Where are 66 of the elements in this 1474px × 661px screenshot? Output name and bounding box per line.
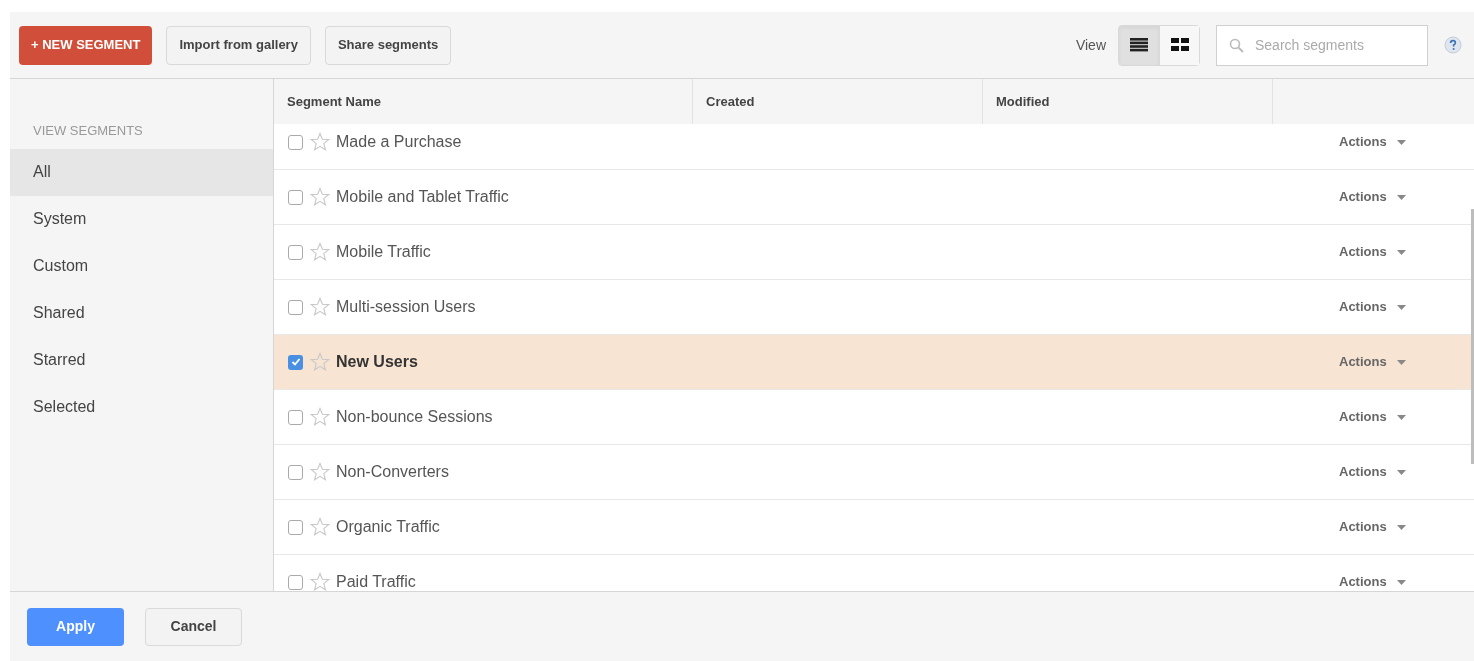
actions-dropdown[interactable]: Actions — [1339, 517, 1406, 537]
star-icon[interactable] — [310, 132, 330, 152]
star-icon[interactable] — [310, 462, 330, 482]
caret-icon — [1396, 414, 1406, 420]
star-icon[interactable] — [310, 187, 330, 207]
sidebar-item[interactable]: Shared — [10, 289, 273, 337]
segment-name: Mobile and Tablet Traffic — [336, 187, 510, 207]
view-toggle[interactable] — [1119, 25, 1159, 65]
row-checkbox[interactable] — [288, 134, 303, 150]
caret-icon — [1396, 194, 1406, 200]
segment-name: New Users — [336, 352, 419, 372]
segment-row[interactable]: New Users Actions — [274, 335, 1474, 390]
row-checkbox[interactable] — [288, 299, 303, 315]
sidebar-item[interactable]: System — [10, 195, 273, 243]
actions-dropdown[interactable]: Actions — [1339, 132, 1406, 152]
new-segment-button[interactable]: + NEW SEGMENT — [19, 25, 153, 65]
row-checkbox[interactable] — [288, 519, 303, 535]
sidebar-item[interactable]: Custom — [10, 242, 273, 290]
star-icon[interactable] — [310, 242, 330, 262]
list-view-icon — [1130, 38, 1148, 52]
caret-icon — [1396, 139, 1406, 145]
row-checkbox[interactable] — [288, 189, 303, 205]
segment-name: Multi-session Users — [336, 297, 477, 317]
caret-icon — [1396, 524, 1406, 530]
actions-dropdown[interactable]: Actions — [1339, 187, 1406, 207]
star-icon[interactable] — [310, 407, 330, 427]
segment-name: Non-Converters — [336, 462, 450, 482]
caret-icon — [1396, 359, 1406, 365]
actions-dropdown[interactable]: Actions — [1339, 572, 1406, 591]
row-checkbox[interactable] — [288, 354, 303, 370]
actions-dropdown[interactable]: Actions — [1339, 242, 1406, 262]
cancel-button[interactable]: Cancel — [145, 607, 242, 646]
search-field[interactable]: Search segments — [1216, 24, 1428, 66]
caret-icon — [1396, 469, 1406, 475]
row-checkbox[interactable] — [288, 464, 303, 480]
view-toggle[interactable] — [1159, 25, 1199, 65]
caret-icon — [1396, 579, 1406, 585]
caret-icon — [1396, 304, 1406, 310]
view-label: View — [1075, 35, 1106, 55]
sidebar-item[interactable]: Starred — [10, 336, 273, 384]
row-checkbox[interactable] — [288, 409, 303, 425]
search-icon — [1229, 37, 1245, 54]
caret-icon — [1396, 249, 1406, 255]
star-icon[interactable] — [310, 352, 330, 372]
sidebar-item[interactable]: Selected — [10, 383, 273, 431]
toolbar-button[interactable]: Import from gallery — [166, 25, 311, 65]
star-icon[interactable] — [310, 517, 330, 537]
row-checkbox[interactable] — [288, 244, 303, 260]
actions-dropdown[interactable]: Actions — [1339, 352, 1406, 372]
segment-name: Mobile Traffic — [336, 242, 432, 262]
actions-dropdown[interactable]: Actions — [1339, 462, 1406, 482]
star-icon[interactable] — [310, 572, 330, 591]
star-icon[interactable] — [310, 297, 330, 317]
actions-dropdown[interactable]: Actions — [1339, 407, 1406, 427]
actions-dropdown[interactable]: Actions — [1339, 297, 1406, 317]
grid-view-icon — [1170, 38, 1189, 52]
segment-name: Organic Traffic — [336, 517, 441, 537]
sidebar-heading: VIEW SEGMENTS — [32, 122, 144, 140]
help-icon[interactable] — [1444, 36, 1462, 54]
segment-name: Made a Purchase — [336, 132, 463, 152]
toolbar-button[interactable]: Share segments — [324, 25, 452, 65]
segment-name: Non-bounce Sessions — [336, 407, 494, 427]
check-icon — [290, 357, 301, 367]
segment-name: Paid Traffic — [336, 572, 417, 591]
sidebar-item[interactable]: All — [10, 148, 273, 196]
row-checkbox[interactable] — [288, 574, 303, 590]
